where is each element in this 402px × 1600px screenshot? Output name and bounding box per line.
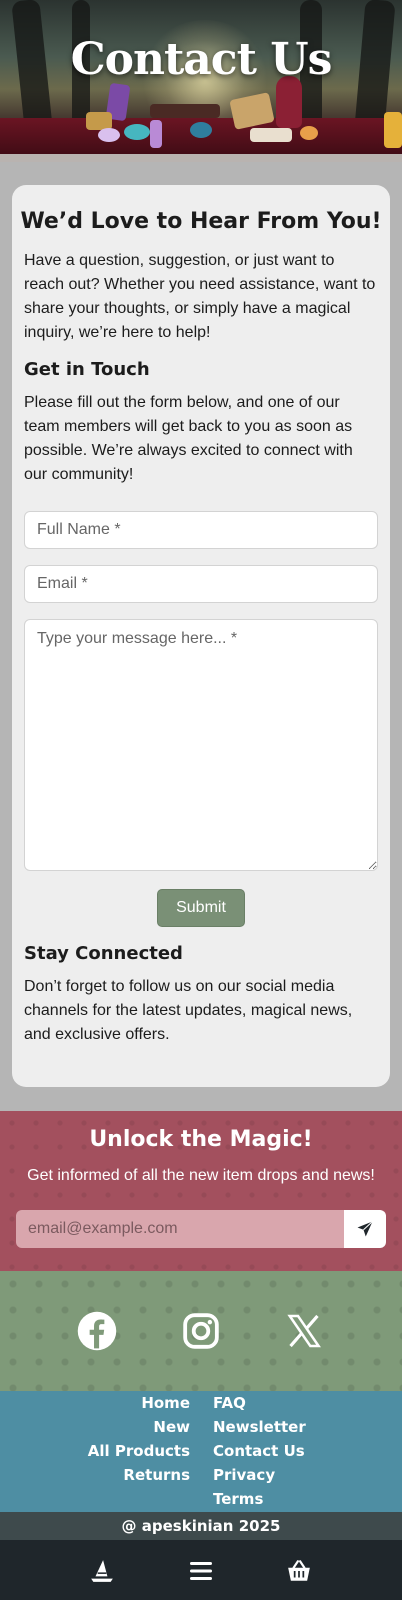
footer-link-privacy[interactable]: Privacy	[213, 1463, 306, 1487]
witch-hat-icon	[91, 1560, 113, 1582]
stay-connected-heading: Stay Connected	[24, 943, 183, 964]
gem-image	[124, 124, 150, 140]
menu-icon	[190, 1562, 212, 1580]
newsletter-title: Unlock the Magic!	[89, 1127, 313, 1152]
card-heading: We’d Love to Hear From You!	[20, 209, 382, 234]
footer-link-returns[interactable]: Returns	[88, 1463, 190, 1487]
page-title: Contact Us	[70, 34, 333, 85]
book-image	[150, 104, 220, 118]
paper-plane-icon	[357, 1221, 373, 1237]
contact-card: We’d Love to Hear From You! Have a quest…	[12, 185, 390, 1087]
instagram-icon	[183, 1313, 219, 1349]
book-image	[250, 128, 292, 142]
x-icon	[287, 1314, 321, 1348]
facebook-icon	[77, 1311, 117, 1351]
footer-link-home[interactable]: Home	[88, 1391, 190, 1415]
home-nav-button[interactable]	[87, 1556, 117, 1586]
basket-icon	[288, 1560, 310, 1581]
get-in-touch-text: Please fill out the form below, and one …	[24, 394, 353, 483]
full-name-input[interactable]	[24, 511, 378, 549]
facebook-link[interactable]	[75, 1309, 119, 1353]
newsletter-section: Unlock the Magic! Get informed of all th…	[0, 1111, 402, 1271]
gem-image	[300, 126, 318, 140]
intro-text: Have a question, suggestion, or just wan…	[24, 252, 376, 341]
copyright: @ apeskinian 2025	[0, 1512, 402, 1540]
instagram-link[interactable]	[179, 1309, 223, 1353]
basket-nav-button[interactable]	[284, 1556, 314, 1586]
footer-link-contact-us[interactable]: Contact Us	[213, 1439, 306, 1463]
gem-image	[190, 122, 212, 138]
footer-link-new[interactable]: New	[88, 1415, 190, 1439]
newsletter-subtitle: Get informed of all the new item drops a…	[27, 1167, 375, 1184]
footer-links-left: Home New All Products Returns	[88, 1391, 190, 1487]
hero-bottom-edge	[0, 154, 402, 162]
candle-image	[384, 112, 402, 148]
submit-button[interactable]: Submit	[157, 889, 245, 927]
social-section	[0, 1271, 402, 1391]
stay-connected-text: Don’t forget to follow us on our social …	[24, 978, 353, 1043]
newsletter-email-input[interactable]	[16, 1210, 344, 1248]
message-textarea[interactable]	[24, 619, 378, 871]
newsletter-send-button[interactable]	[344, 1210, 386, 1248]
hero-banner: Contact Us	[0, 0, 402, 162]
footer-link-newsletter[interactable]: Newsletter	[213, 1415, 306, 1439]
menu-nav-button[interactable]	[186, 1556, 216, 1586]
x-link[interactable]	[282, 1309, 326, 1353]
get-in-touch-heading: Get in Touch	[24, 359, 150, 380]
footer-link-all-products[interactable]: All Products	[88, 1439, 190, 1463]
footer-link-faq[interactable]: FAQ	[213, 1391, 306, 1415]
bottom-nav	[0, 1540, 402, 1600]
email-input[interactable]	[24, 565, 378, 603]
footer-links-right: FAQ Newsletter Contact Us Privacy Terms	[213, 1391, 306, 1511]
crystal-image	[150, 120, 162, 148]
footer-links-section: Home New All Products Returns FAQ Newsle…	[0, 1391, 402, 1512]
footer-link-terms[interactable]: Terms	[213, 1487, 306, 1511]
gem-image	[98, 128, 120, 142]
